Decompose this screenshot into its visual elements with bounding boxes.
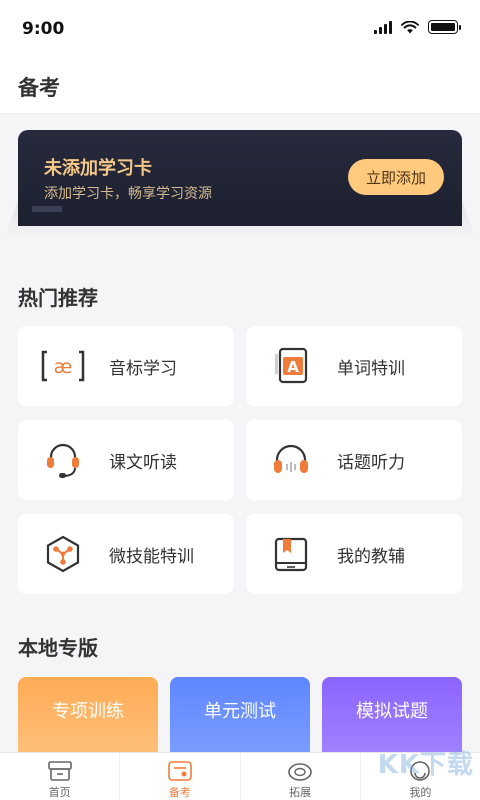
tab-label: 备考 [168, 786, 191, 799]
book-icon [269, 532, 313, 576]
mock-exam-label: 模拟试题 [356, 701, 428, 722]
headphones-icon [269, 438, 313, 482]
tile-label: 课文听读 [109, 452, 177, 473]
study-card-banner: 未添加学习卡 添加学习卡，畅享学习资源 立即添加 [18, 130, 462, 226]
tile-word-training[interactable]: A 单词特训 [246, 326, 462, 406]
tile-micro-skill[interactable]: 微技能特训 [18, 514, 234, 594]
tab-label: 拓展 [289, 786, 312, 799]
tile-label: 音标学习 [109, 358, 177, 379]
tile-my-materials[interactable]: 我的教辅 [246, 514, 462, 594]
battery-icon [428, 20, 461, 34]
unit-test-label: 单元测试 [204, 701, 276, 722]
page-title: 备考 [18, 76, 60, 100]
home-icon [47, 761, 72, 781]
expand-icon [288, 763, 312, 781]
hot-grid: æ 音标学习 A 单词特训 课文听读 话题听力 微技能特训 我的教辅 [18, 326, 462, 594]
local-section-title: 本地专版 [18, 636, 98, 660]
status-time: 9:00 [22, 19, 65, 39]
exam-prep-icon [168, 761, 192, 781]
tile-label: 话题听力 [337, 452, 405, 473]
tile-label: 微技能特训 [109, 546, 194, 567]
phonetic-icon: æ [41, 344, 85, 388]
wifi-icon [401, 20, 419, 33]
signal-icon [374, 20, 392, 34]
svg-text:A: A [287, 358, 299, 376]
hexagon-skill-icon [41, 532, 85, 576]
card-decoration [32, 206, 62, 212]
word-book-icon: A [269, 344, 313, 388]
add-study-card-button[interactable]: 立即添加 [348, 159, 444, 195]
svg-text:æ: æ [54, 356, 73, 378]
tab-expand[interactable]: 拓展 [239, 753, 360, 800]
tile-label: 我的教辅 [337, 546, 405, 567]
tile-phonetic[interactable]: æ 音标学习 [18, 326, 234, 406]
tab-label: 我的 [409, 786, 432, 799]
study-card-subtitle: 添加学习卡，畅享学习资源 [44, 186, 212, 202]
tab-home[interactable]: 首页 [0, 753, 119, 800]
status-icons [374, 20, 461, 34]
tab-exam-prep[interactable]: 备考 [119, 753, 239, 800]
headset-mic-icon [41, 438, 85, 482]
tile-topic-listening[interactable]: 话题听力 [246, 420, 462, 500]
tab-label: 首页 [48, 786, 71, 799]
page-header: 备考 [0, 56, 480, 114]
tile-text-listening[interactable]: 课文听读 [18, 420, 234, 500]
study-card-title: 未添加学习卡 [44, 158, 152, 179]
special-training-label: 专项训练 [52, 701, 124, 722]
watermark: KK下载 [377, 750, 474, 780]
tile-label: 单词特训 [337, 358, 405, 379]
status-bar: 9:00 [0, 0, 480, 56]
hot-section-title: 热门推荐 [18, 286, 98, 310]
